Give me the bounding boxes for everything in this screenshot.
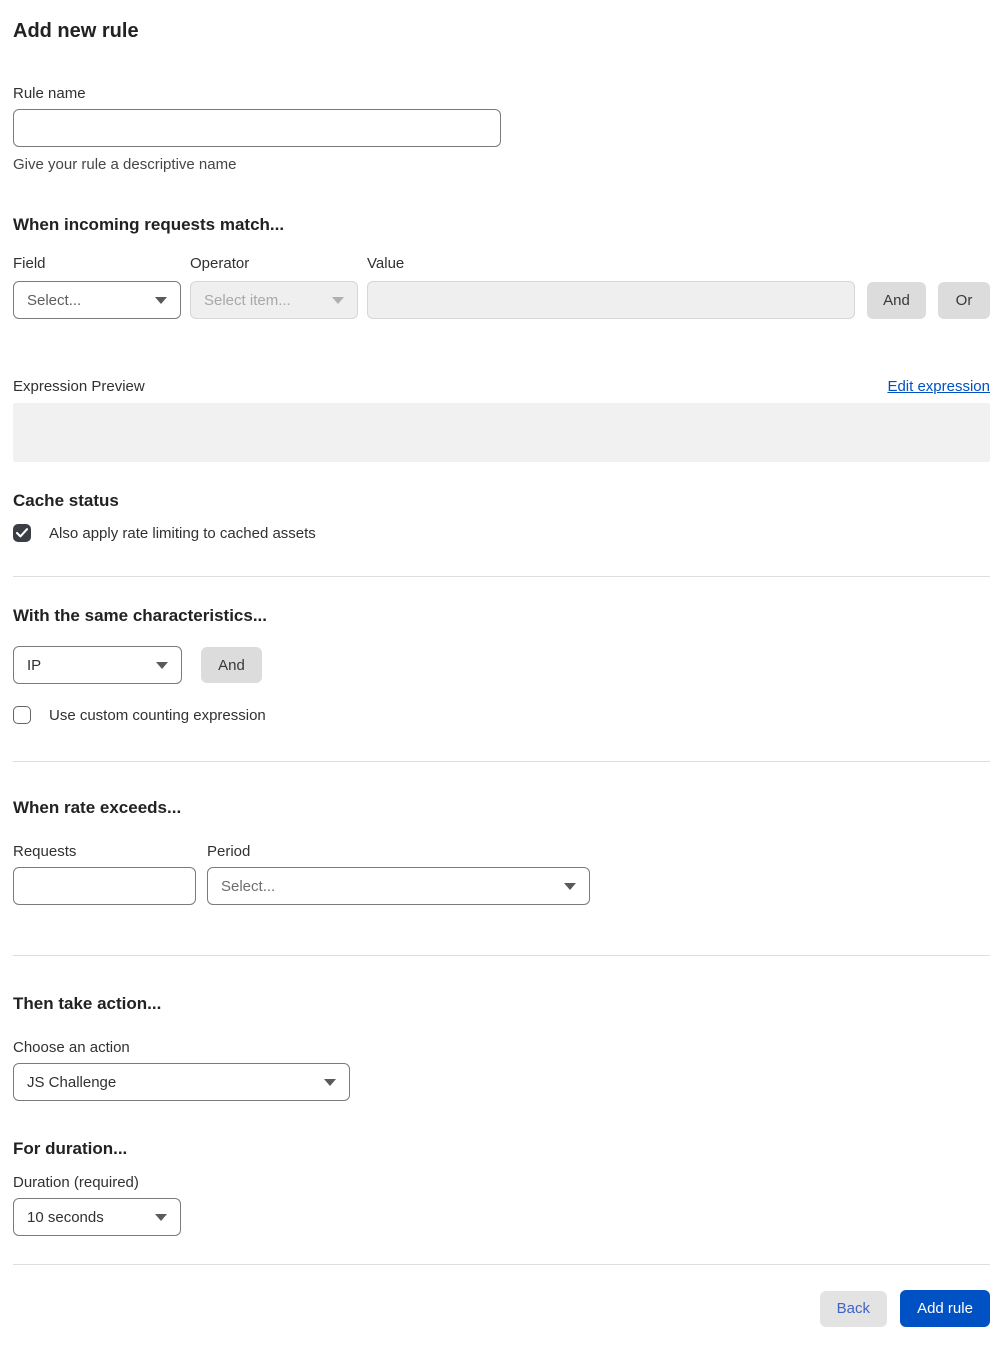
custom-counting-checkbox-label: Use custom counting expression: [49, 706, 266, 724]
rule-name-helper: Give your rule a descriptive name: [13, 156, 237, 173]
cache-status-checkbox-label: Also apply rate limiting to cached asset…: [49, 524, 316, 542]
custom-counting-checkbox[interactable]: [13, 706, 31, 724]
action-heading: Then take action...: [13, 994, 162, 1013]
characteristics-select[interactable]: IP: [13, 646, 182, 684]
or-button[interactable]: Or: [938, 281, 990, 319]
add-rule-form: Add new rule Rule name Give your rule a …: [0, 18, 1002, 1327]
duration-heading: For duration...: [13, 1139, 128, 1158]
operator-select[interactable]: Select item...: [190, 281, 358, 319]
period-select-value: Select...: [221, 877, 276, 895]
operator-select-value: Select item...: [204, 291, 291, 309]
divider: [13, 761, 990, 762]
chevron-down-icon: [155, 296, 167, 304]
value-input[interactable]: [367, 281, 855, 319]
period-select[interactable]: Select...: [207, 867, 590, 905]
duration-select-value: 10 seconds: [27, 1208, 104, 1226]
rule-name-label: Rule name: [13, 85, 86, 102]
divider: [13, 576, 990, 577]
choose-action-label: Choose an action: [13, 1039, 130, 1056]
chevron-down-icon: [156, 661, 168, 669]
cache-status-checkbox[interactable]: [13, 524, 31, 542]
edit-expression-link[interactable]: Edit expression: [887, 378, 990, 395]
rate-heading: When rate exceeds...: [13, 798, 182, 817]
action-select[interactable]: JS Challenge: [13, 1063, 350, 1101]
period-label: Period: [207, 843, 251, 860]
match-section-heading: When incoming requests match...: [13, 215, 285, 234]
duration-label: Duration (required): [13, 1174, 139, 1191]
action-select-value: JS Challenge: [27, 1073, 117, 1091]
chevron-down-icon: [332, 296, 344, 304]
divider: [13, 1264, 990, 1265]
and-button[interactable]: And: [867, 281, 926, 319]
characteristics-heading: With the same characteristics...: [13, 606, 268, 625]
cache-status-heading: Cache status: [13, 491, 119, 510]
checkmark-icon: [16, 528, 28, 538]
back-button[interactable]: Back: [819, 1290, 887, 1327]
duration-select[interactable]: 10 seconds: [13, 1198, 181, 1236]
operator-label: Operator: [190, 255, 250, 272]
field-select[interactable]: Select...: [13, 281, 181, 319]
field-select-value: Select...: [27, 291, 82, 309]
requests-label: Requests: [13, 843, 77, 860]
expression-preview-label: Expression Preview: [13, 378, 145, 395]
add-rule-button[interactable]: Add rule: [900, 1290, 990, 1327]
chevron-down-icon: [155, 1213, 167, 1221]
field-label: Field: [13, 255, 46, 272]
expression-preview-box: [13, 403, 990, 462]
requests-input[interactable]: [13, 867, 196, 905]
value-label: Value: [367, 255, 405, 272]
chevron-down-icon: [564, 882, 576, 890]
rule-name-input[interactable]: [13, 109, 501, 147]
page-title: Add new rule: [13, 20, 139, 42]
divider: [13, 955, 990, 956]
characteristics-select-value: IP: [27, 656, 42, 674]
characteristics-and-button[interactable]: And: [201, 647, 262, 683]
chevron-down-icon: [324, 1078, 336, 1086]
